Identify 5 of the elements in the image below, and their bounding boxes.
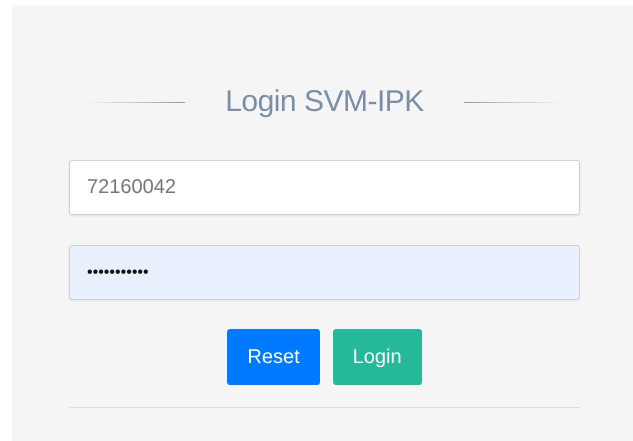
login-title: Login SVM-IPK [225,85,424,119]
reset-button[interactable]: Reset [227,329,320,385]
username-field[interactable]: 72160042 [69,160,580,215]
password-field[interactable]: ••••••••••• [69,245,580,300]
login-button[interactable]: Login [332,329,422,385]
